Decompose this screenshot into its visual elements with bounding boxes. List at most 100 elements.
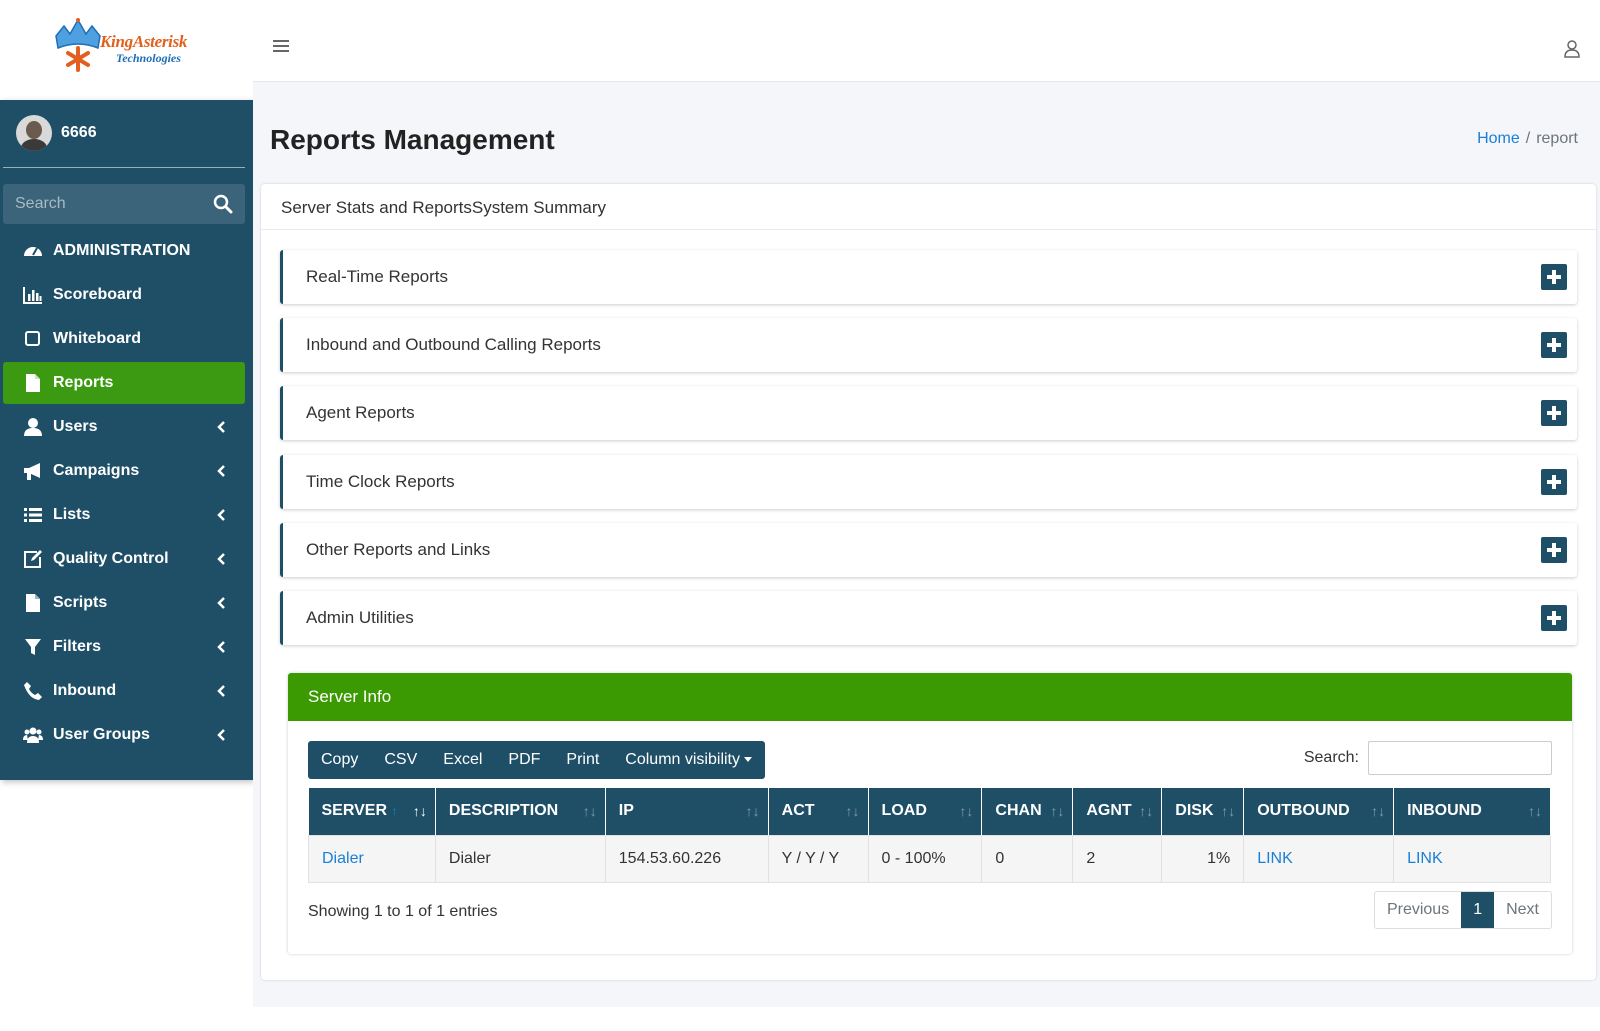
column-header-server[interactable]: SERVER ↑ ↑↓ — [308, 788, 436, 835]
print-button[interactable]: Print — [553, 741, 612, 779]
logo-brand-text: KingAsterisk — [100, 32, 188, 51]
column-header-ip[interactable]: IP ↑↓ — [605, 788, 769, 835]
edit-icon — [24, 550, 42, 568]
main-content: Reports Management Home / report Server St… — [253, 82, 1600, 1007]
pdf-button[interactable]: PDF — [495, 741, 553, 779]
expand-plus-icon[interactable] — [1541, 264, 1567, 290]
section-label: Inbound and Outbound Calling Reports — [306, 335, 601, 354]
hamburger-menu-icon[interactable] — [273, 40, 289, 52]
column-header-disk[interactable]: DISK ↑↓ — [1161, 788, 1245, 835]
sidebar-item-inbound[interactable]: Inbound — [3, 670, 245, 712]
sort-icon: ↑↓ — [1139, 803, 1154, 819]
inbound-link[interactable]: LINK — [1407, 850, 1443, 867]
excel-button[interactable]: Excel — [430, 741, 495, 779]
expand-plus-icon[interactable] — [1541, 400, 1567, 426]
sidebar-item-user-groups[interactable]: User Groups — [3, 714, 245, 756]
column-header-description[interactable]: DESCRIPTION ↑↓ — [435, 788, 606, 835]
sidebar-item-quality-control[interactable]: Quality Control — [3, 538, 245, 580]
file-icon — [26, 594, 40, 612]
reports-card: Server Stats and ReportsSystem Summary R… — [261, 184, 1596, 980]
search-icon[interactable] — [213, 194, 233, 214]
section-label: Admin Utilities — [306, 608, 414, 627]
previous-page-button[interactable]: Previous — [1375, 892, 1461, 928]
column-header-chan[interactable]: CHAN ↑↓ — [981, 788, 1074, 835]
copy-button[interactable]: Copy — [308, 741, 371, 779]
column-header-label: SERVER — [321, 802, 388, 820]
expand-plus-icon[interactable] — [1541, 537, 1567, 563]
section-other-reports-links[interactable]: Other Reports and Links — [280, 523, 1577, 577]
column-header-outbound[interactable]: OUTBOUND ↑↓ — [1243, 788, 1395, 835]
page-1-button[interactable]: 1 — [1461, 892, 1495, 928]
sidebar-item-scoreboard[interactable]: Scoreboard — [3, 274, 245, 316]
sidebar-item-reports[interactable]: Reports — [3, 362, 245, 404]
chevron-left-icon — [217, 597, 225, 609]
dashboard-icon — [24, 247, 42, 256]
expand-plus-icon[interactable] — [1541, 469, 1567, 495]
card-title: Server Stats and ReportsSystem Summary — [281, 198, 607, 217]
chevron-left-icon — [217, 685, 225, 697]
sidebar-item-label: Campaigns — [53, 462, 140, 479]
cell-agnt: 2 — [1072, 834, 1163, 883]
sidebar-item-label: ADMINISTRATION — [53, 242, 191, 259]
sidebar-item-scripts[interactable]: Scripts — [3, 582, 245, 624]
column-header-load[interactable]: LOAD ↑↓ — [868, 788, 983, 835]
cell-ip: 154.53.60.226 — [604, 834, 769, 883]
kingasterisk-logo[interactable]: KingAsterisk Technologies — [52, 18, 202, 76]
sidebar-item-administration[interactable]: ADMINISTRATION — [3, 230, 245, 272]
table-search-input[interactable] — [1368, 741, 1552, 775]
sidebar-item-users[interactable]: Users — [3, 406, 245, 448]
sidebar-item-label: User Groups — [53, 726, 150, 743]
expand-plus-icon[interactable] — [1541, 332, 1567, 358]
section-time-clock-reports[interactable]: Time Clock Reports — [280, 455, 1577, 509]
phone-icon — [24, 682, 42, 700]
user-name[interactable]: 6666 — [61, 124, 97, 142]
breadcrumb-home-link[interactable]: Home — [1477, 130, 1520, 147]
sidebar-item-label: Quality Control — [53, 550, 169, 567]
section-label: Agent Reports — [306, 403, 415, 422]
sidebar-search-input[interactable] — [3, 184, 203, 224]
sidebar-item-campaigns[interactable]: Campaigns — [3, 450, 245, 492]
column-header-agnt[interactable]: AGNT ↑↓ — [1072, 788, 1163, 835]
file-icon — [26, 374, 40, 392]
next-page-button[interactable]: Next — [1494, 892, 1551, 928]
chevron-left-icon — [217, 465, 225, 477]
user-panel[interactable]: 6666 — [3, 100, 245, 168]
avatar[interactable] — [16, 115, 52, 151]
cell-chan: 0 — [981, 834, 1074, 883]
column-header-act[interactable]: ACT ↑↓ — [768, 788, 869, 835]
page-title: Reports Management — [270, 124, 555, 155]
column-header-label: DESCRIPTION — [448, 802, 559, 820]
list-icon — [24, 508, 42, 522]
expand-plus-icon[interactable] — [1541, 605, 1567, 631]
outbound-link[interactable]: LINK — [1257, 850, 1293, 867]
csv-button[interactable]: CSV — [371, 741, 430, 779]
section-agent-reports[interactable]: Agent Reports — [280, 386, 1577, 440]
filter-icon — [25, 639, 41, 655]
column-header-label: DISK — [1175, 802, 1214, 820]
server-table: SERVER ↑ ↑↓ DESCRIPTION ↑↓ IP ↑↓ ACT ↑↓ LOAD… — [308, 788, 1551, 883]
column-header-inbound[interactable]: INBOUND ↑↓ — [1393, 788, 1551, 835]
server-info-card: Server Info Copy CSV Excel PDF Print Col… — [288, 673, 1572, 954]
sort-icon: ↑↓ — [1050, 803, 1065, 819]
section-real-time-reports[interactable]: Real-Time Reports — [280, 250, 1577, 304]
sidebar-item-label: Scripts — [53, 594, 108, 611]
sidebar: 6666 ADMINISTRATION Scoreboard Whiteboar… — [0, 100, 253, 780]
sort-icon: ↑↓ — [1221, 803, 1236, 819]
sidebar-item-whiteboard[interactable]: Whiteboard — [3, 318, 245, 360]
breadcrumb-separator: / — [1525, 130, 1531, 147]
column-header-label: LOAD — [881, 802, 927, 820]
chevron-left-icon — [217, 509, 225, 521]
caret-down-icon — [744, 757, 752, 763]
sort-icon: ↑↓ — [1371, 803, 1386, 819]
column-header-label: IP — [618, 802, 634, 820]
server-link[interactable]: Dialer — [322, 850, 364, 867]
table-info: Showing 1 to 1 of 1 entries — [308, 903, 498, 920]
user-profile-icon[interactable] — [1564, 40, 1580, 58]
sidebar-item-label: Whiteboard — [53, 330, 141, 347]
sidebar-item-filters[interactable]: Filters — [3, 626, 245, 668]
column-visibility-button[interactable]: Column visibility — [612, 741, 765, 779]
section-admin-utilities[interactable]: Admin Utilities — [280, 591, 1577, 645]
sidebar-search — [3, 184, 245, 224]
section-inbound-outbound-reports[interactable]: Inbound and Outbound Calling Reports — [280, 318, 1577, 372]
sidebar-item-lists[interactable]: Lists — [3, 494, 245, 536]
